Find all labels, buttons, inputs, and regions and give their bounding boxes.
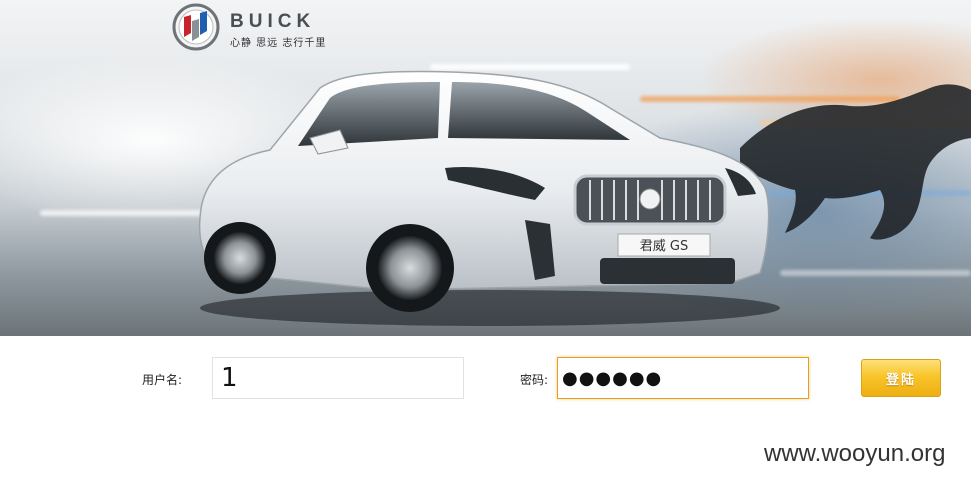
- light-streak: [40, 210, 210, 216]
- hero-banner: BUICK 心静 思远 志行千里 君威 GS: [0, 0, 971, 336]
- username-label: 用户名:: [142, 373, 183, 387]
- password-input[interactable]: ●●●●●●: [557, 357, 809, 399]
- brand-name: BUICK: [230, 11, 316, 32]
- brand-slogan: 心静 思远 志行千里: [230, 38, 327, 49]
- password-masked-value: ●●●●●●: [562, 367, 663, 389]
- watermark-text: www.wooyun.org: [764, 440, 946, 467]
- buick-logo: BUICK 心静 思远 志行千里: [170, 3, 340, 51]
- username-input[interactable]: [212, 357, 464, 399]
- buick-tri-shield-icon: [172, 3, 220, 51]
- password-label: 密码:: [520, 373, 549, 387]
- light-streak: [780, 270, 971, 276]
- car-model-badge: 君威 GS: [640, 239, 688, 254]
- buick-regal-gs-car-image: 君威 GS: [198, 70, 780, 326]
- login-button[interactable]: 登陆: [861, 359, 941, 397]
